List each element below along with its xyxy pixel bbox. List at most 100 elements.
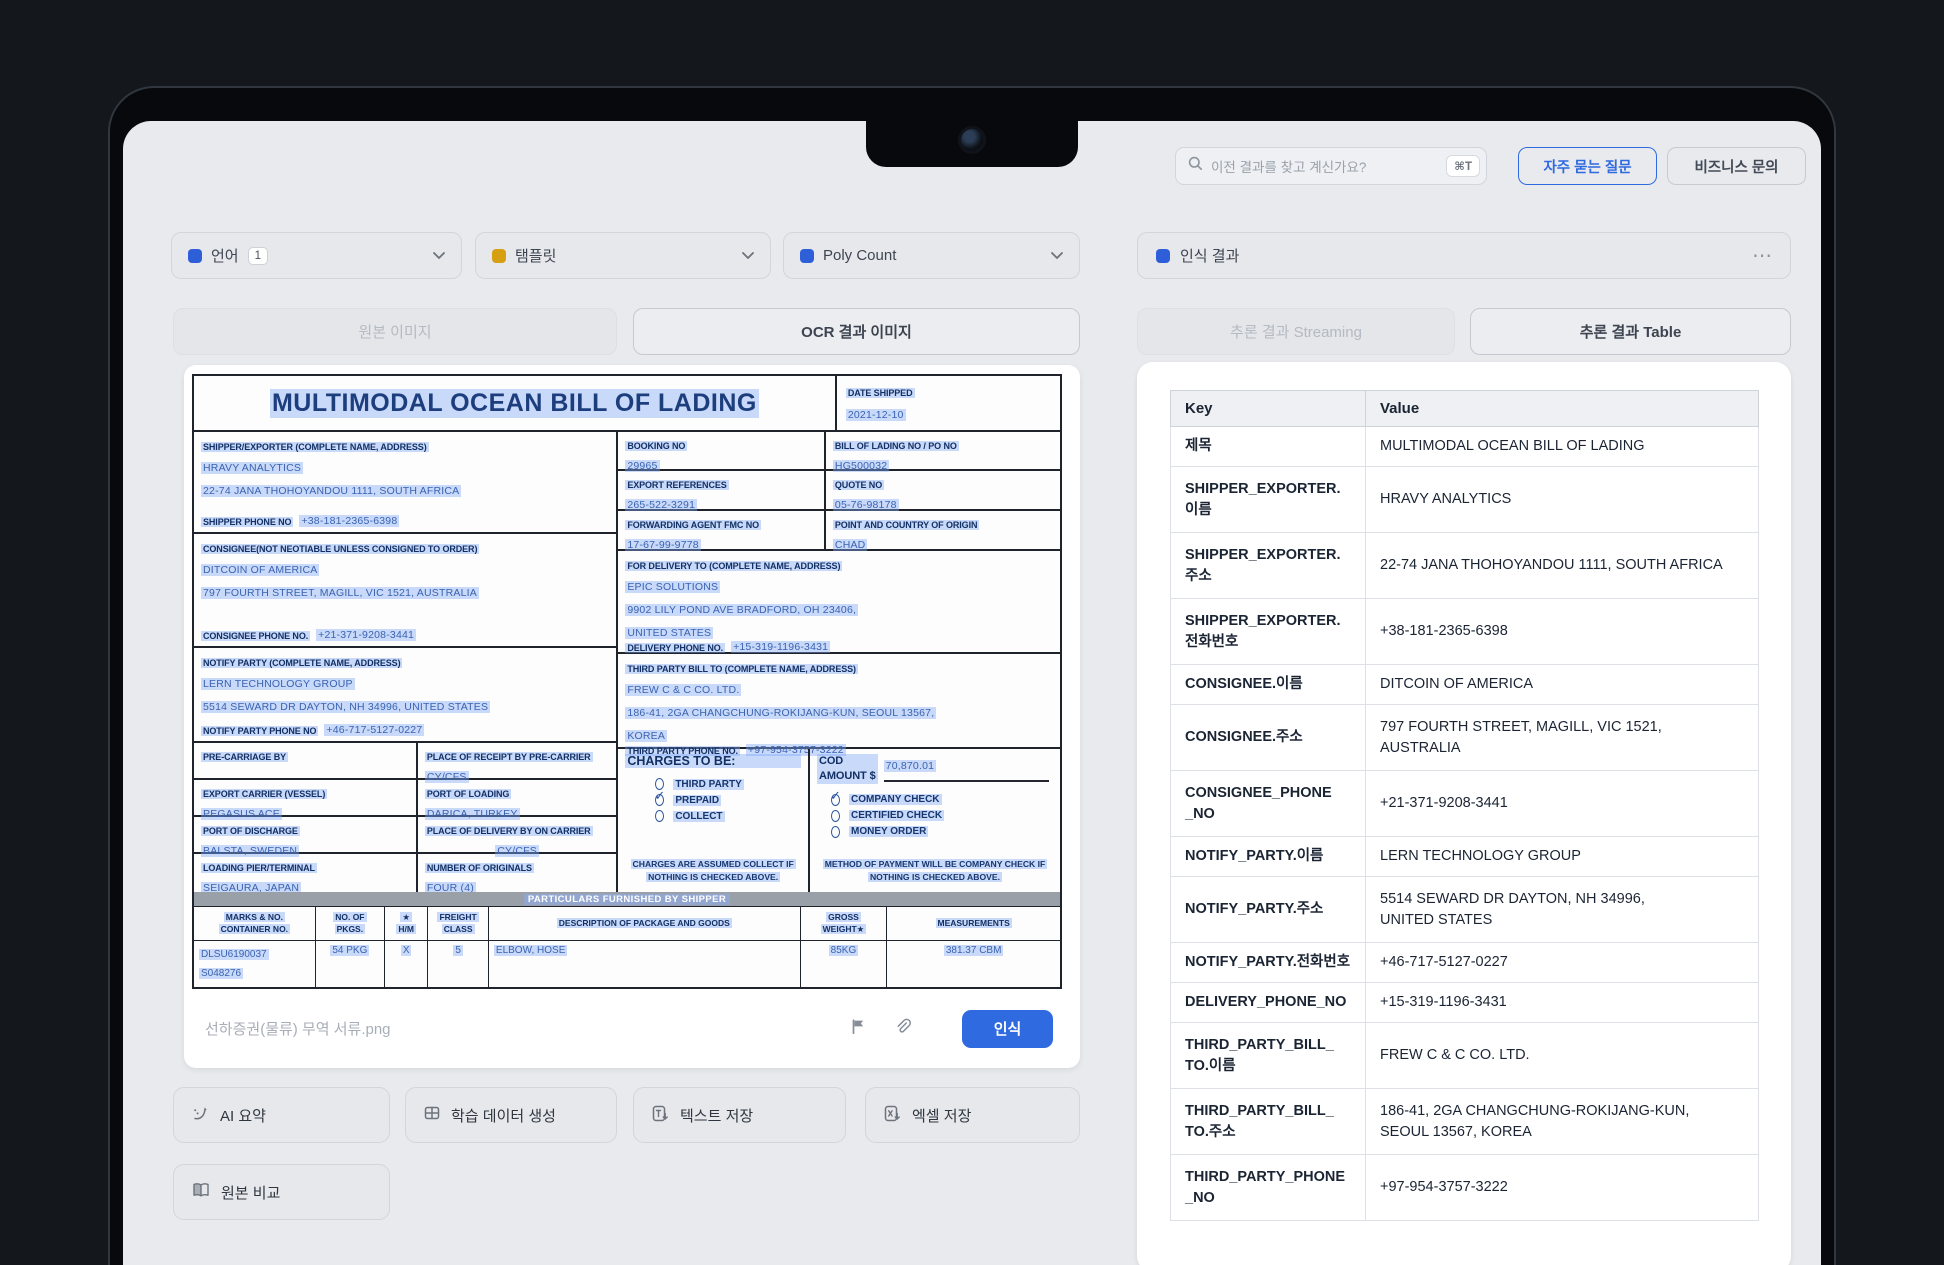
key-cell: CONSIGNEE.이름 bbox=[1171, 665, 1366, 705]
doc-option: COLLECT bbox=[655, 810, 801, 822]
key-cell: SHIPPER_EXPORTER. 주소 bbox=[1171, 533, 1366, 599]
doc-field-value: 22-74 JANA THOHOYANDOU 1111, SOUTH AFRIC… bbox=[201, 485, 461, 497]
compare-original-button[interactable]: 원본 비교 bbox=[173, 1164, 390, 1220]
attachment-icon[interactable] bbox=[893, 1017, 912, 1041]
doc-field-label: POINT AND COUNTRY OF ORIGIN bbox=[833, 520, 979, 530]
ai-sparkle-icon bbox=[192, 1105, 209, 1126]
doc-field-value: 70,870.01 bbox=[884, 760, 937, 772]
doc-option-label: THIRD PARTY bbox=[673, 779, 743, 790]
doc-discharge-row: PORT OF DISCHARGEBALSTA, SWEDEN PLACE OF… bbox=[194, 817, 616, 854]
doc-field-label: LOADING PIER/TERMINAL bbox=[201, 863, 317, 873]
tab-ocr-result-image[interactable]: OCR 결과 이미지 bbox=[633, 308, 1080, 355]
search-input[interactable]: 이전 결과를 찾고 계신가요? ⌘T bbox=[1175, 147, 1487, 185]
doc-field-label: BOOKING NO bbox=[625, 441, 687, 451]
radio-checked-icon bbox=[655, 794, 664, 806]
training-data-label: 학습 데이터 생성 bbox=[451, 1105, 556, 1126]
document-footer: 선하증권(물류) 무역 서류.png 인식 bbox=[184, 989, 1080, 1068]
doc-field-label: CHARGES TO BE: bbox=[625, 754, 801, 768]
doc-title-row: MULTIMODAL OCEAN BILL OF LADING DATE SHI… bbox=[194, 376, 1060, 432]
table-row: CONSIGNEE_PHONE _NO+21-371-9208-3441 bbox=[1171, 771, 1759, 837]
radio-checked-icon bbox=[831, 794, 840, 806]
table-row: THIRD_PARTY_PHONE _NO+97-954-3757-3222 bbox=[1171, 1155, 1759, 1221]
doc-field-label: THIRD PARTY BILL TO (COMPLETE NAME, ADDR… bbox=[625, 664, 858, 674]
doc-field-label: EXPORT CARRIER (VESSEL) bbox=[201, 789, 327, 799]
tab-original-image[interactable]: 원본 이미지 bbox=[173, 308, 617, 355]
doc-option-label: COLLECT bbox=[673, 811, 724, 822]
result-table-header-row: Key Value bbox=[1171, 391, 1759, 427]
doc-field-value: 17-67-99-9778 bbox=[625, 539, 701, 551]
value-cell: +15-319-1196-3431 bbox=[1366, 983, 1759, 1023]
doc-field-label: EXPORT REFERENCES bbox=[625, 480, 728, 490]
desktop-background: 이전 결과를 찾고 계신가요? ⌘T 자주 묻는 질문 비즈니스 문의 언어 1… bbox=[0, 0, 1944, 1265]
doc-forwarding-row: FORWARDING AGENT FMC NO17-67-99-9778 POI… bbox=[618, 511, 1060, 551]
doc-charges-note: CHARGES ARE ASSUMED COLLECT IF NOTHING I… bbox=[631, 859, 796, 881]
doc-field-value: EPIC SOLUTIONS bbox=[625, 581, 720, 593]
save-excel-label: 엑셀 저장 bbox=[912, 1105, 971, 1126]
result-table-body: 제목MULTIMODAL OCEAN BILL OF LADINGSHIPPER… bbox=[1171, 427, 1759, 1221]
table-row: CONSIGNEE.주소797 FOURTH STREET, MAGILL, V… bbox=[1171, 705, 1759, 771]
recognize-button[interactable]: 인식 bbox=[962, 1010, 1053, 1048]
doc-shipper-box: SHIPPER/EXPORTER (COMPLETE NAME, ADDRESS… bbox=[194, 432, 616, 534]
doc-option-label: MONEY ORDER bbox=[849, 826, 928, 837]
doc-charges-row: CHARGES TO BE: THIRD PARTY PREPAID COLLECT… bbox=[618, 749, 1060, 892]
doc-field-label: SHIPPER PHONE NO bbox=[201, 517, 293, 527]
doc-col-header: FREIGHT CLASS bbox=[437, 912, 478, 933]
value-cell: MULTIMODAL OCEAN BILL OF LADING bbox=[1366, 427, 1759, 467]
ai-summary-button[interactable]: AI 요약 bbox=[173, 1087, 390, 1143]
language-dropdown[interactable]: 언어 1 bbox=[171, 232, 462, 279]
poly-count-dropdown[interactable]: Poly Count bbox=[783, 232, 1080, 279]
save-text-button[interactable]: 텍스트 저장 bbox=[633, 1087, 846, 1143]
doc-field-label: PORT OF LOADING bbox=[425, 789, 512, 799]
result-table: Key Value 제목MULTIMODAL OCEAN BILL OF LAD… bbox=[1170, 390, 1759, 1221]
doc-col-header: MEASUREMENTS bbox=[936, 918, 1012, 928]
doc-field-value: +46-717-5127-0227 bbox=[324, 724, 424, 736]
doc-field-value: KOREA bbox=[625, 730, 667, 742]
doc-cell: ELBOW, HOSE bbox=[494, 945, 567, 956]
tab-inference-table[interactable]: 추론 결과 Table bbox=[1470, 308, 1791, 355]
doc-cell: 381.37 CBM bbox=[944, 945, 1004, 956]
template-dropdown[interactable]: 탬플릿 bbox=[475, 232, 771, 279]
more-options-icon[interactable]: ⋯ bbox=[1752, 246, 1772, 266]
key-cell: CONSIGNEE_PHONE _NO bbox=[1171, 771, 1366, 837]
compare-original-label: 원본 비교 bbox=[221, 1182, 280, 1203]
language-count-badge: 1 bbox=[248, 247, 268, 265]
doc-field-label: FOR DELIVERY TO (COMPLETE NAME, ADDRESS) bbox=[625, 561, 842, 571]
camera-icon bbox=[961, 129, 983, 151]
doc-col-header: ★ H/M bbox=[396, 912, 416, 933]
value-cell: +21-371-9208-3441 bbox=[1366, 771, 1759, 837]
key-cell: THIRD_PARTY_PHONE _NO bbox=[1171, 1155, 1366, 1221]
value-cell: FREW C & C CO. LTD. bbox=[1366, 1023, 1759, 1089]
flag-icon[interactable] bbox=[850, 1018, 867, 1040]
doc-field-value: CHAD bbox=[833, 539, 868, 551]
key-cell: NOTIFY_PARTY.전화번호 bbox=[1171, 943, 1366, 983]
doc-option: PREPAID bbox=[655, 794, 801, 806]
poly-count-icon bbox=[800, 249, 814, 263]
table-row: 제목MULTIMODAL OCEAN BILL OF LADING bbox=[1171, 427, 1759, 467]
language-icon bbox=[188, 249, 202, 263]
doc-particulars-text: PARTICULARS FURNISHED BY SHIPPER bbox=[524, 894, 730, 905]
doc-cell: X bbox=[401, 945, 412, 956]
save-text-label: 텍스트 저장 bbox=[680, 1105, 753, 1126]
business-contact-button[interactable]: 비즈니스 문의 bbox=[1667, 147, 1806, 185]
table-row: SHIPPER_EXPORTER. 주소22-74 JANA THOHOYAND… bbox=[1171, 533, 1759, 599]
training-data-button[interactable]: 학습 데이터 생성 bbox=[405, 1087, 617, 1143]
doc-option-label: CERTIFIED CHECK bbox=[849, 810, 944, 821]
doc-third-party-box: THIRD PARTY BILL TO (COMPLETE NAME, ADDR… bbox=[618, 654, 1060, 749]
result-panel-header: 인식 결과 ⋯ bbox=[1137, 232, 1791, 279]
charges-options: THIRD PARTY PREPAID COLLECT bbox=[655, 778, 801, 822]
chevron-down-icon bbox=[433, 252, 445, 260]
faq-button[interactable]: 자주 묻는 질문 bbox=[1518, 147, 1657, 185]
tab-inference-streaming[interactable]: 추론 결과 Streaming bbox=[1137, 308, 1455, 355]
chevron-down-icon bbox=[1051, 252, 1063, 260]
doc-goods-header-row: MARKS & NO. CONTAINER NO.NO. OF PKGS.★ H… bbox=[194, 907, 1060, 941]
doc-charges-cell: CHARGES TO BE: THIRD PARTY PREPAID COLLECT… bbox=[618, 749, 810, 892]
save-excel-button[interactable]: 엑셀 저장 bbox=[865, 1087, 1080, 1143]
ai-summary-label: AI 요약 bbox=[220, 1105, 266, 1126]
poly-count-label: Poly Count bbox=[823, 247, 896, 264]
doc-field-value: 2021-12-10 bbox=[846, 409, 906, 421]
key-cell: CONSIGNEE.주소 bbox=[1171, 705, 1366, 771]
key-cell: SHIPPER_EXPORTER. 이름 bbox=[1171, 467, 1366, 533]
doc-export-ref-row: EXPORT REFERENCES265-522-3291 QUOTE NO05… bbox=[618, 471, 1060, 511]
doc-option: MONEY ORDER bbox=[831, 826, 1053, 838]
document-preview[interactable]: MULTIMODAL OCEAN BILL OF LADING DATE SHI… bbox=[192, 374, 1062, 989]
